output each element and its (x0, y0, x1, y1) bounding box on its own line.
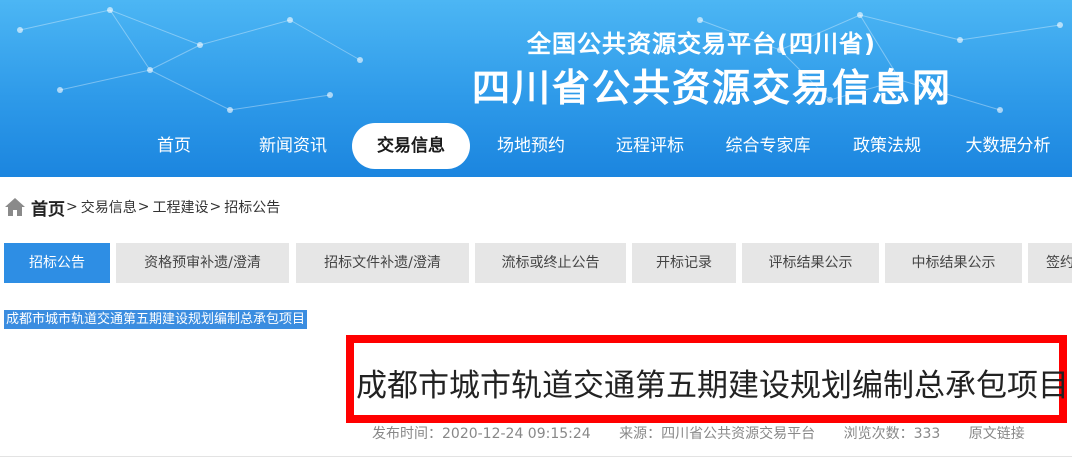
nav-item-home[interactable]: 首页 (134, 123, 214, 169)
nav-item-news[interactable]: 新闻资讯 (248, 123, 338, 169)
original-link[interactable]: 原文链接 (969, 426, 1025, 442)
site-title: 四川省公共资源交易信息网 (472, 66, 953, 110)
breadcrumb-trade-info[interactable]: 交易信息 (81, 197, 137, 217)
breadcrumb-home[interactable]: 首页 (31, 195, 65, 220)
tab-prequalification-addendum[interactable]: 资格预审补遗/澄清 (116, 243, 289, 283)
tab-tender-doc-addendum[interactable]: 招标文件补遗/澄清 (296, 243, 469, 283)
tab-award-result[interactable]: 中标结果公示 (885, 243, 1022, 283)
nav-item-venue-booking[interactable]: 场地预约 (486, 123, 576, 169)
nav-item-trade-info[interactable]: 交易信息 (352, 123, 470, 169)
category-tabs: 招标公告 资格预审补遗/澄清 招标文件补遗/澄清 流标或终止公告 开标记录 评标… (0, 243, 1072, 283)
tab-opening-record[interactable]: 开标记录 (632, 243, 736, 283)
breadcrumb-separator: > (137, 199, 150, 215)
view-count: 浏览次数：333 (843, 426, 941, 442)
article-title: 成都市城市轨道交通第五期建设规划编制总承包项目 (356, 368, 1069, 404)
divider (0, 456, 1072, 457)
breadcrumb-engineering[interactable]: 工程建设 (152, 197, 208, 217)
header-banner: 全国公共资源交易平台(四川省) 四川省公共资源交易信息网 首页 新闻资讯 交易信… (0, 0, 1072, 177)
breadcrumb-tender-notice[interactable]: 招标公告 (224, 197, 280, 217)
nav-item-big-data[interactable]: 大数据分析 (955, 123, 1061, 169)
nav-item-remote-evaluation[interactable]: 远程评标 (605, 123, 695, 169)
home-icon (5, 198, 25, 216)
selected-title-text[interactable]: 成都市城市轨道交通第五期建设规划编制总承包项目 (4, 310, 308, 329)
tab-failed-tender[interactable]: 流标或终止公告 (475, 243, 626, 283)
breadcrumb: 首页 > 交易信息 > 工程建设 > 招标公告 (4, 193, 280, 221)
breadcrumb-separator: > (209, 199, 222, 215)
tab-tender-notice[interactable]: 招标公告 (4, 243, 110, 283)
article-meta: 发布时间：2020-12-24 09:15:24 来源：四川省公共资源交易平台 … (372, 423, 1049, 443)
nav-item-policy[interactable]: 政策法规 (842, 123, 932, 169)
tab-evaluation-result[interactable]: 评标结果公示 (742, 243, 879, 283)
tab-contract[interactable]: 签约 (1028, 243, 1072, 283)
publish-time: 发布时间：2020-12-24 09:15:24 (372, 426, 591, 442)
breadcrumb-separator: > (66, 199, 78, 215)
article-source: 来源：四川省公共资源交易平台 (619, 426, 816, 442)
main-nav: 首页 新闻资讯 交易信息 场地预约 远程评标 综合专家库 政策法规 大数据分析 (0, 123, 1072, 169)
platform-name: 全国公共资源交易平台(四川省) (527, 30, 876, 58)
nav-item-expert-library[interactable]: 综合专家库 (716, 123, 820, 169)
